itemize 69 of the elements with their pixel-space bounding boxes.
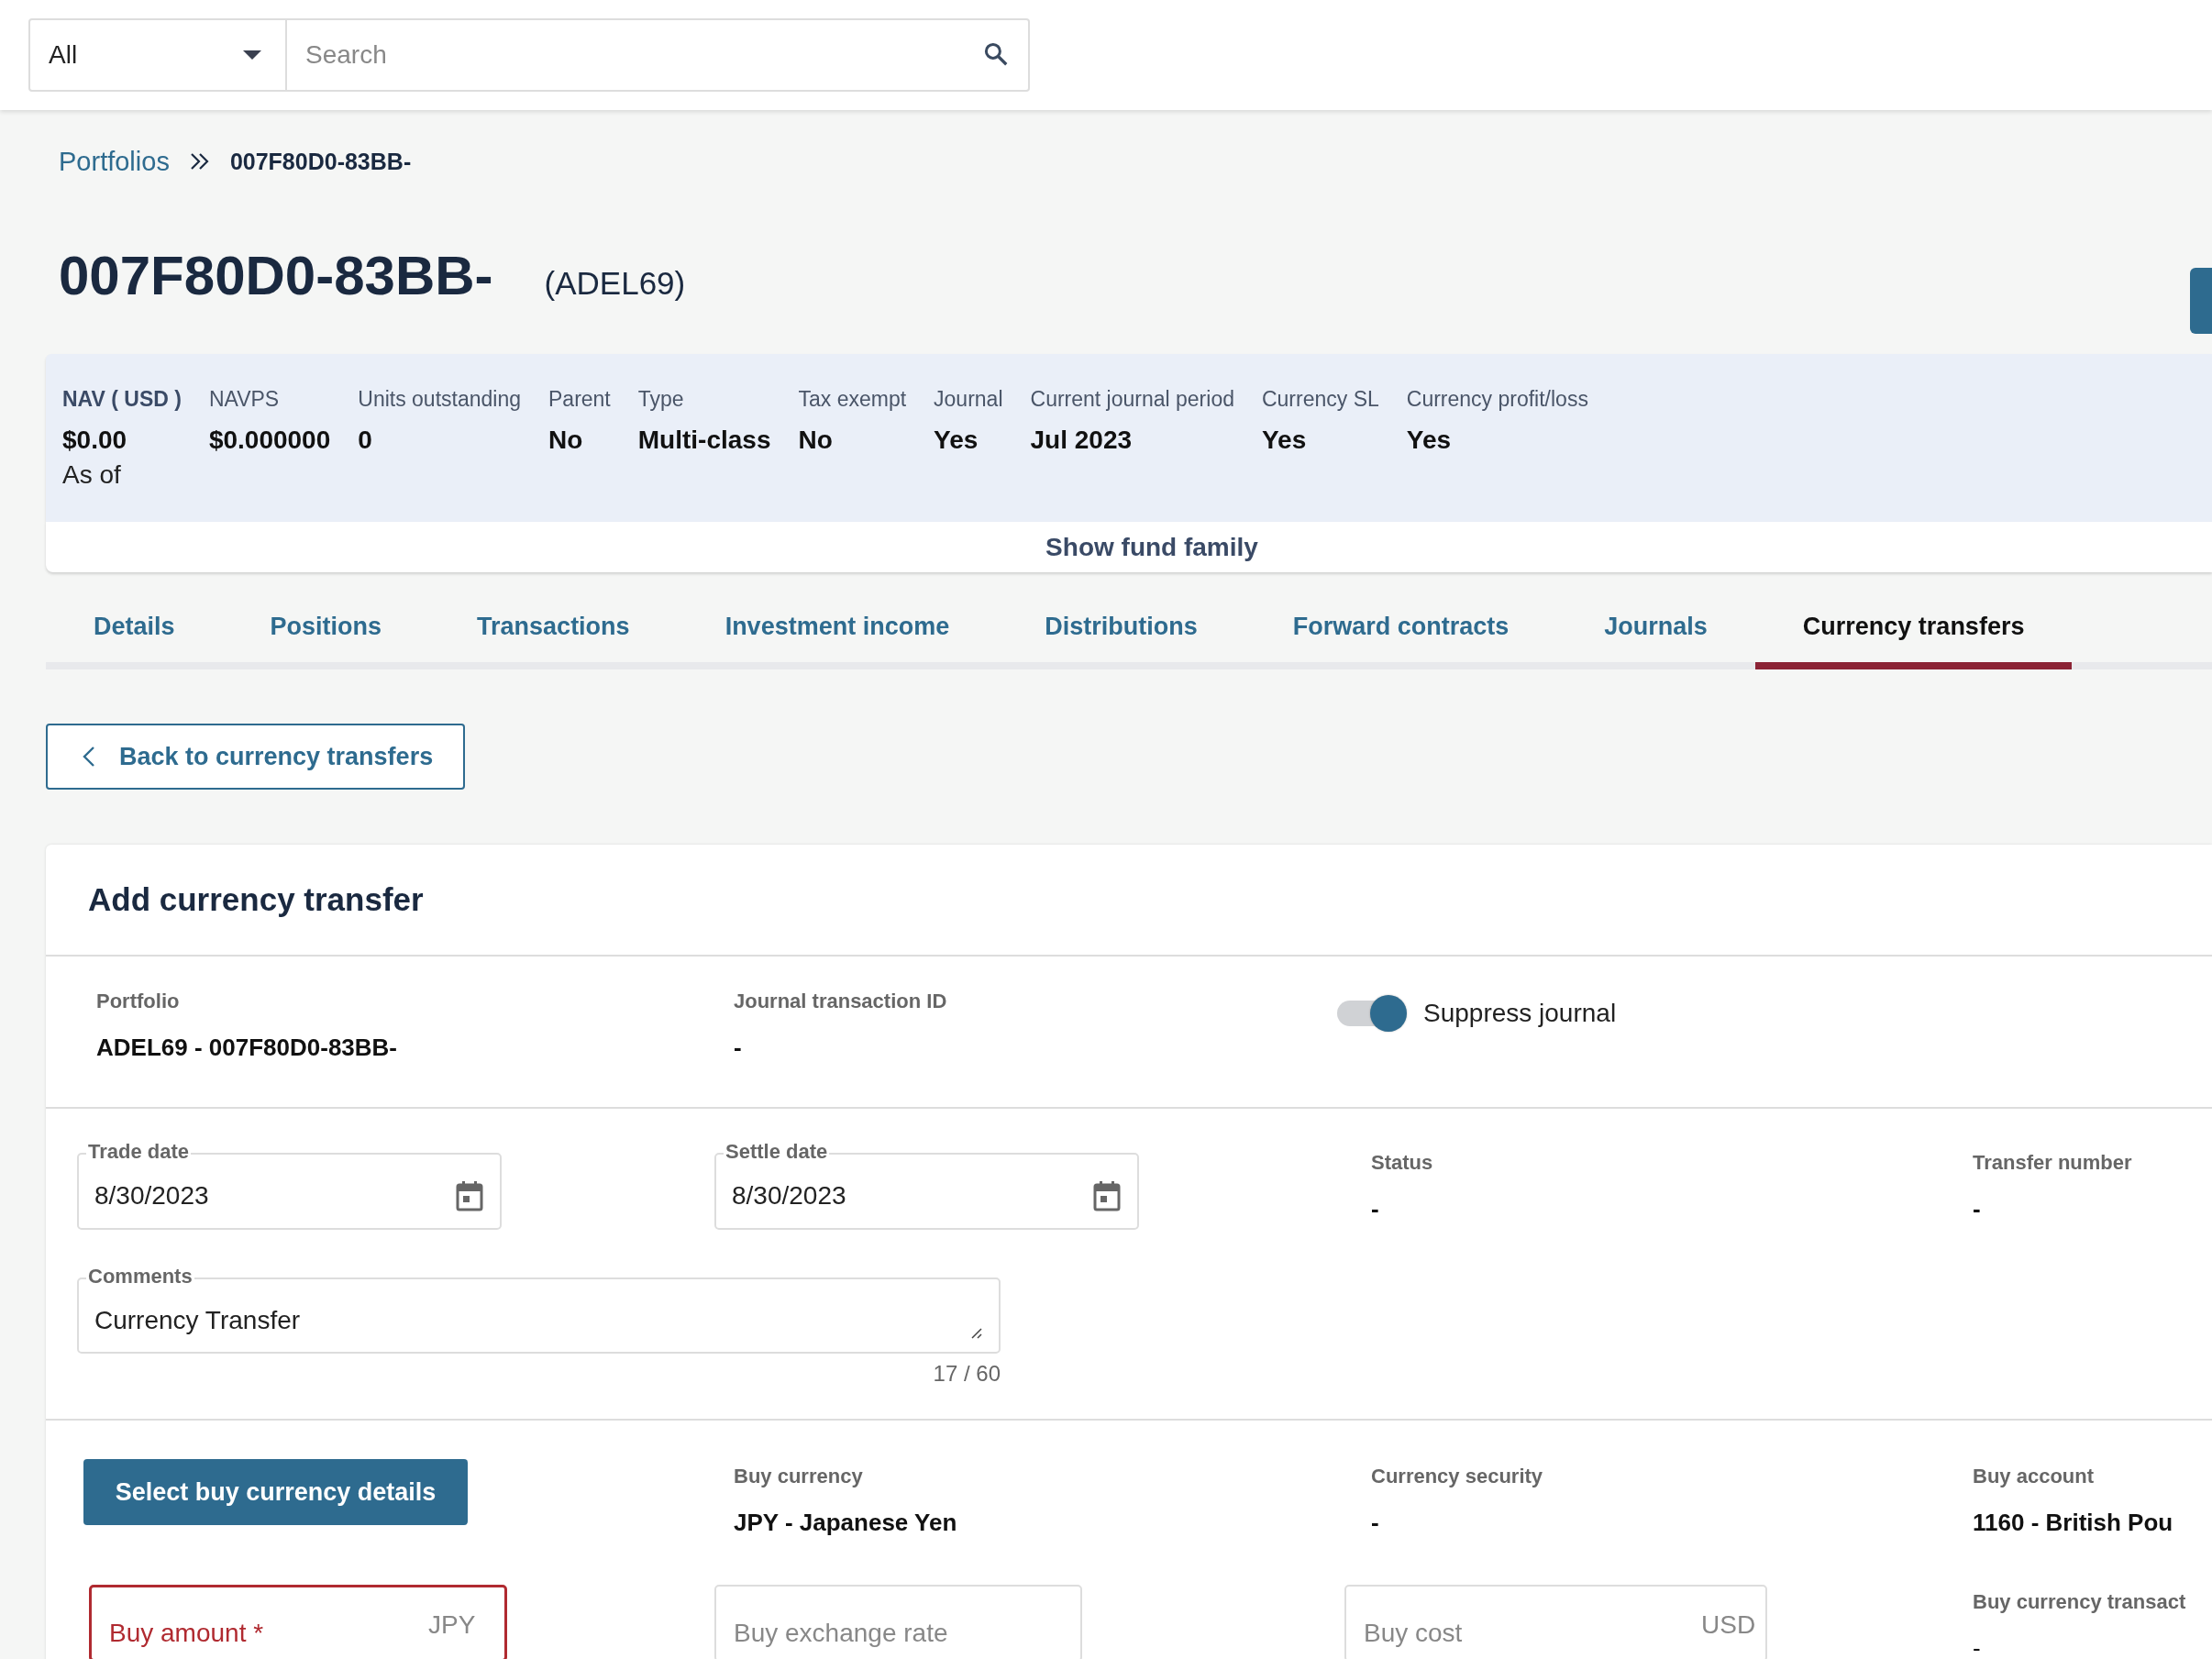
caret-icon: [243, 50, 261, 60]
field-value: -: [1973, 1195, 1981, 1223]
field-value: ADEL69 - 007F80D0-83BB-: [96, 1034, 397, 1062]
stat-value: Yes: [934, 426, 979, 455]
date-field[interactable]: Settle date 8/30/2023: [714, 1140, 1139, 1230]
stat-label: Units outstanding: [358, 387, 521, 413]
scope-dropdown[interactable]: All: [28, 18, 287, 92]
breadcrumb-link[interactable]: Portfolios: [59, 146, 170, 177]
portfolio-code: (ADEL69): [544, 265, 686, 302]
field-label: Transfer number: [1973, 1151, 2132, 1175]
double-chevron-icon: [189, 152, 210, 171]
back-button[interactable]: Back to currency transfers: [46, 724, 465, 790]
tab[interactable]: Transactions: [429, 591, 678, 669]
field-label: Buy currency transact: [1973, 1590, 2186, 1614]
comments-field[interactable]: Comments Currency Transfer: [77, 1265, 1001, 1354]
chevron-left-icon: [83, 746, 95, 768]
field-value: -: [1371, 1509, 1379, 1537]
date-field[interactable]: Trade date 8/30/2023: [77, 1140, 502, 1230]
select-buy-currency-button[interactable]: Select buy currency details: [83, 1459, 468, 1525]
stat-label: NAV ( USD ): [62, 387, 182, 413]
tab[interactable]: Investment income: [677, 591, 998, 669]
stat-label: Parent: [548, 387, 611, 413]
stat-value: Jul 2023: [1030, 426, 1134, 455]
stat-label: Type: [637, 387, 685, 413]
field-label: Status: [1371, 1151, 1433, 1175]
stat-label: Tax exempt: [798, 387, 907, 413]
tab[interactable]: Details: [46, 591, 223, 669]
stat-value: Multi-class: [637, 426, 771, 455]
breadcrumb-current: 007F80D0-83BB-: [229, 148, 412, 175]
show-fund-family-link[interactable]: Show fund family: [1045, 532, 1258, 562]
currency-suffix: JPY: [428, 1610, 476, 1640]
stat-label: NAVPS: [208, 387, 281, 413]
page-title: 007F80D0-83BB-: [59, 244, 493, 307]
calendar-icon[interactable]: [1093, 1180, 1121, 1211]
stat-label: Journal: [934, 387, 1003, 413]
field-label: Buy account: [1973, 1465, 2095, 1488]
field-label: Buy currency: [734, 1465, 863, 1488]
stat-label: Currency profit/loss: [1406, 387, 1588, 413]
field-value: -: [1973, 1634, 1981, 1659]
field-value: JPY - Japanese Yen: [734, 1509, 957, 1537]
stat-value: No: [548, 426, 584, 455]
stat-value: $0.000000: [208, 426, 331, 455]
tab[interactable]: Positions: [222, 591, 430, 669]
field-value: 1160 - British Pou: [1973, 1509, 2173, 1537]
stat-label: Current journal period: [1030, 387, 1234, 413]
currency-suffix: USD: [1701, 1610, 1756, 1640]
toggle-label: Suppress journal: [1423, 999, 1617, 1028]
calendar-icon[interactable]: [456, 1180, 483, 1211]
stat-value: No: [798, 426, 834, 455]
tab[interactable]: Journals: [1556, 591, 1755, 669]
tab[interactable]: Forward contracts: [1244, 591, 1557, 669]
tab[interactable]: Distributions: [997, 591, 1245, 669]
character-counter: 17 / 60: [933, 1361, 1001, 1387]
stat-value: $0.00: [62, 426, 128, 455]
search-icon[interactable]: [982, 40, 1010, 68]
stat-value: Yes: [1261, 426, 1308, 455]
field-value: -: [734, 1034, 742, 1062]
stat-value: Yes: [1406, 426, 1453, 455]
field-label: Portfolio: [96, 990, 180, 1013]
field-label: Journal transaction ID: [734, 990, 947, 1013]
stat-note: As of: [62, 460, 122, 490]
search-field[interactable]: Search: [287, 18, 1030, 92]
resize-handle-icon[interactable]: [969, 1326, 982, 1339]
form-title: Add currency transfer: [46, 845, 2212, 957]
stat-label: Currency SL: [1261, 387, 1379, 413]
stat-value: 0: [358, 426, 373, 455]
tab[interactable]: Currency transfers: [1754, 591, 2073, 669]
field-value: -: [1371, 1195, 1379, 1223]
field-label: Currency security: [1371, 1465, 1543, 1488]
